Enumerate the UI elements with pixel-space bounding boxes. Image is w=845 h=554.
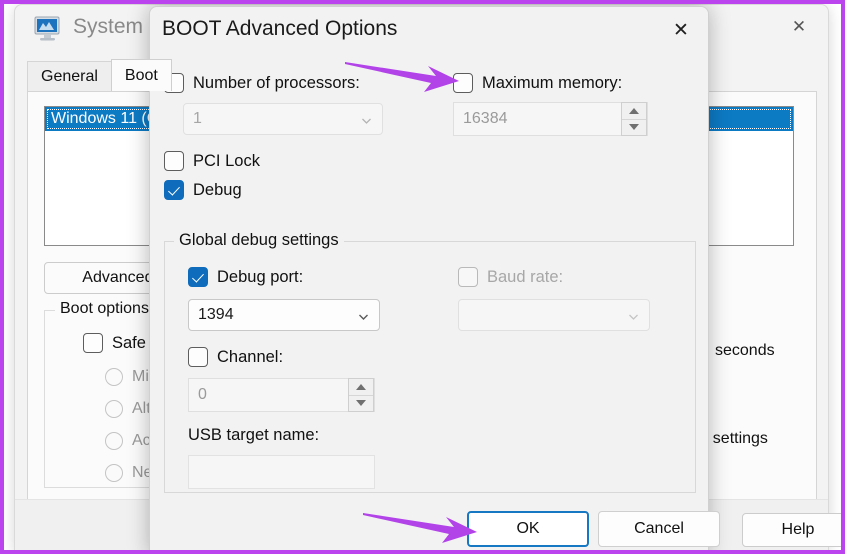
debug-checkbox[interactable]: Debug bbox=[164, 180, 242, 200]
usb-target-name-input[interactable] bbox=[188, 455, 375, 489]
system-configuration-icon bbox=[33, 15, 63, 43]
boot-options-legend: Boot options bbox=[55, 300, 154, 318]
global-debug-settings-legend: Global debug settings bbox=[174, 231, 344, 250]
maximum-memory-value: 16384 bbox=[463, 110, 508, 127]
spin-down-icon[interactable] bbox=[349, 394, 373, 412]
timeout-seconds-label: seconds bbox=[715, 342, 775, 359]
radio-network-circle bbox=[105, 464, 123, 482]
pci-lock-checkbox-box bbox=[164, 151, 184, 171]
tab-boot[interactable]: Boot bbox=[110, 59, 172, 91]
help-button[interactable]: Help bbox=[742, 513, 841, 547]
number-of-processors-value: 1 bbox=[193, 110, 202, 127]
global-debug-settings-group: Global debug settings Debug port: 1394 B… bbox=[164, 231, 696, 493]
maximum-memory-checkbox-box bbox=[453, 73, 473, 93]
dialog-title: BOOT Advanced Options bbox=[162, 17, 398, 40]
dialog-close-icon[interactable]: ✕ bbox=[658, 9, 704, 51]
spin-down-icon[interactable] bbox=[622, 118, 646, 136]
baud-rate-checkbox-box bbox=[458, 267, 478, 287]
maximum-memory-spin-buttons[interactable] bbox=[621, 102, 647, 136]
pci-lock-label: PCI Lock bbox=[193, 151, 260, 170]
number-of-processors-checkbox[interactable]: Number of processors: bbox=[164, 73, 360, 93]
debug-port-combo[interactable]: 1394 bbox=[188, 299, 380, 331]
spin-up-icon[interactable] bbox=[349, 379, 373, 395]
baud-rate-combo[interactable] bbox=[458, 299, 650, 331]
safe-boot-checkbox-box bbox=[83, 333, 103, 353]
channel-spinner[interactable]: 0 bbox=[188, 378, 375, 412]
dialog-footer: OK Cancel bbox=[150, 503, 720, 550]
maximum-memory-spinner[interactable]: 16384 bbox=[453, 102, 648, 136]
channel-checkbox-box bbox=[188, 347, 208, 367]
dialog-titlebar: BOOT Advanced Options ✕ bbox=[150, 7, 708, 55]
channel-spin-buttons[interactable] bbox=[348, 378, 374, 412]
cancel-button[interactable]: Cancel bbox=[598, 511, 720, 547]
radio-minimal-circle bbox=[105, 368, 123, 386]
dialog-body: Number of processors: 1 Maximum memory: … bbox=[150, 55, 708, 505]
ok-button[interactable]: OK bbox=[467, 511, 589, 547]
channel-checkbox[interactable]: Channel: bbox=[188, 347, 283, 367]
tab-general[interactable]: General bbox=[27, 61, 112, 91]
debug-port-checkbox-box bbox=[188, 267, 208, 287]
radio-alternate-shell-circle bbox=[105, 400, 123, 418]
debug-port-checkbox[interactable]: Debug port: bbox=[188, 267, 303, 287]
spin-up-icon[interactable] bbox=[622, 103, 646, 119]
pci-lock-checkbox[interactable]: PCI Lock bbox=[164, 151, 260, 171]
chevron-down-icon bbox=[628, 310, 639, 321]
number-of-processors-combo[interactable]: 1 bbox=[183, 103, 383, 135]
boot-advanced-options-dialog: BOOT Advanced Options ✕ Number of proces… bbox=[149, 6, 720, 550]
debug-port-label: Debug port: bbox=[217, 267, 304, 286]
radio-active-directory-repair-circle bbox=[105, 432, 123, 450]
chevron-down-icon bbox=[361, 114, 372, 125]
maximum-memory-label: Maximum memory: bbox=[482, 73, 623, 92]
channel-label: Channel: bbox=[217, 347, 284, 366]
screenshot-root: System Confi ✕ General Boot S Windows 11… bbox=[0, 0, 845, 554]
maximum-memory-checkbox[interactable]: Maximum memory: bbox=[453, 73, 622, 93]
system-configuration-close-icon[interactable]: ✕ bbox=[776, 5, 822, 49]
baud-rate-checkbox[interactable]: Baud rate: bbox=[458, 267, 563, 287]
chevron-down-icon bbox=[358, 310, 369, 321]
channel-value: 0 bbox=[198, 386, 207, 403]
usb-target-name-label: USB target name: bbox=[188, 426, 320, 444]
debug-label: Debug bbox=[193, 180, 242, 199]
number-of-processors-label: Number of processors: bbox=[193, 73, 360, 92]
baud-rate-label: Baud rate: bbox=[487, 267, 564, 286]
debug-checkbox-box bbox=[164, 180, 184, 200]
debug-port-value: 1394 bbox=[198, 306, 234, 323]
